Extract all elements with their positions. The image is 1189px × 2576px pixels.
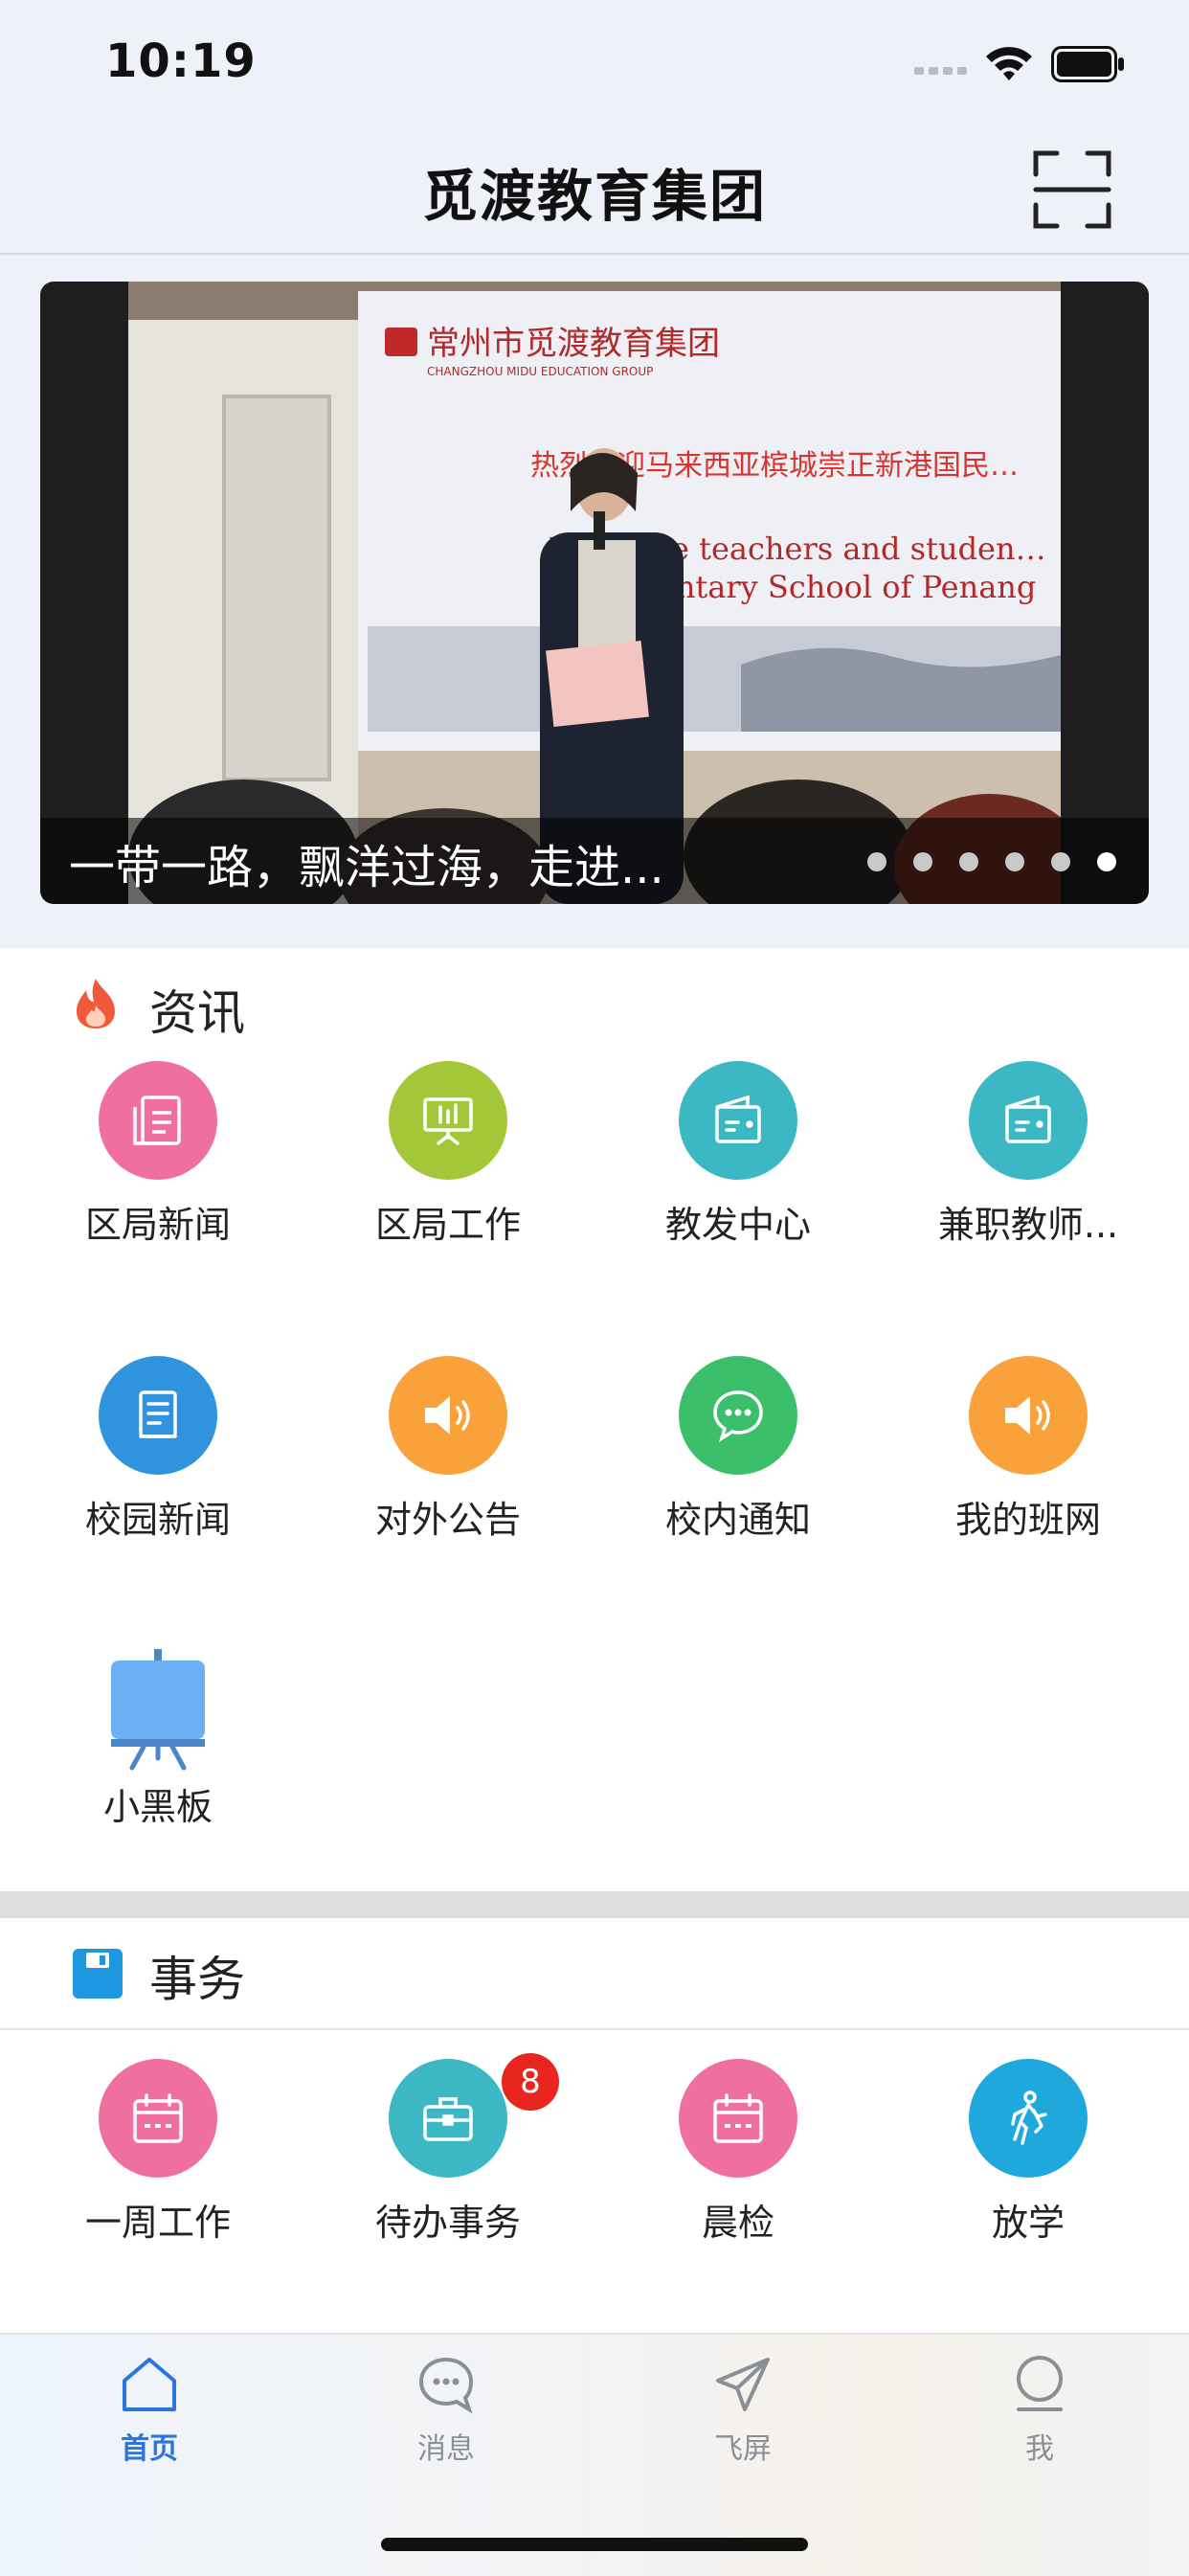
floppy-disk-icon bbox=[73, 1949, 123, 1999]
grid-label: 校内通知 bbox=[664, 1499, 811, 1541]
send-icon bbox=[716, 2358, 770, 2411]
grid-icon-circle bbox=[99, 1356, 217, 1475]
grid-icon-circle bbox=[679, 2059, 797, 2178]
home-icon bbox=[123, 2358, 176, 2411]
news-section-title: 资讯 bbox=[149, 985, 245, 1041]
affairs-section-title: 事务 bbox=[149, 1952, 245, 2007]
affairs-item-todo[interactable]: 8 待办事务 bbox=[304, 2053, 592, 2246]
tab-me[interactable]: 我 bbox=[944, 2354, 1135, 2467]
presentation-icon bbox=[423, 1097, 473, 1145]
status-time: 10:19 bbox=[105, 34, 257, 88]
grid-icon-circle bbox=[679, 1356, 797, 1475]
speaker-icon bbox=[425, 1396, 470, 1435]
slide-heading-en: CHANGZHOU MIDU EDUCATION GROUP bbox=[427, 365, 653, 378]
slide-heading: 常州市觅渡教育集团 bbox=[427, 325, 720, 363]
affairs-item-weekly-work[interactable]: 一周工作 bbox=[14, 2059, 302, 2246]
grid-label: 晨检 bbox=[701, 2202, 774, 2244]
grid-icon-circle bbox=[969, 1356, 1088, 1475]
section-divider bbox=[0, 1891, 1189, 1918]
tab-label: 我 bbox=[1025, 2432, 1054, 2466]
grid-icon-circle bbox=[389, 1061, 507, 1180]
news-item-my-class-web[interactable]: 我的班网 bbox=[885, 1356, 1172, 1543]
news-item-district-news[interactable]: 区局新闻 bbox=[14, 1061, 302, 1248]
wallet-icon bbox=[1005, 1095, 1051, 1143]
grid-label: 一周工作 bbox=[84, 2202, 231, 2244]
grid-label: 我的班网 bbox=[954, 1499, 1101, 1541]
speaker-icon bbox=[1005, 1396, 1050, 1435]
calendar-icon bbox=[713, 2093, 763, 2143]
banner-caption: 一带一路，飘洋过海，走进... bbox=[69, 841, 664, 894]
news-item-public-notice[interactable]: 对外公告 bbox=[304, 1356, 592, 1543]
news-section: 资讯 区局新闻 区局工作 教发中心 兼职教师... 校园新闻 对外公告 校内通知… bbox=[0, 948, 1189, 1896]
grid-icon-circle bbox=[969, 1061, 1088, 1180]
wifi-icon bbox=[986, 47, 1032, 80]
tab-label: 消息 bbox=[417, 2432, 475, 2466]
blackboard-icon bbox=[111, 1649, 205, 1771]
profile-icon bbox=[1017, 2356, 1063, 2411]
news-item-internal-notice[interactable]: 校内通知 bbox=[594, 1356, 882, 1543]
news-item-education-center[interactable]: 教发中心 bbox=[594, 1061, 882, 1248]
banner-carousel[interactable]: 常州市觅渡教育集团 CHANGZHOU MIDU EDUCATION GROUP… bbox=[40, 282, 1149, 904]
fire-icon bbox=[77, 979, 115, 1028]
affairs-separator bbox=[0, 2028, 1189, 2030]
affairs-item-dismissal[interactable]: 放学 bbox=[885, 2059, 1172, 2246]
grid-icon-circle bbox=[99, 1061, 217, 1180]
tab-label: 飞屏 bbox=[714, 2432, 772, 2466]
carousel-dot[interactable] bbox=[867, 852, 886, 871]
document-icon bbox=[133, 1096, 181, 1145]
carousel-dot[interactable] bbox=[959, 852, 978, 871]
grid-label: 小黑板 bbox=[102, 1786, 213, 1828]
scan-button[interactable] bbox=[1032, 149, 1112, 230]
grid-label: 区局工作 bbox=[374, 1204, 521, 1246]
news-item-campus-news[interactable]: 校园新闻 bbox=[14, 1356, 302, 1543]
grid-icon-circle: 8 bbox=[389, 2053, 559, 2178]
tab-label: 首页 bbox=[121, 2432, 178, 2466]
banner-photo: 常州市觅渡教育集团 CHANGZHOU MIDU EDUCATION GROUP… bbox=[128, 282, 1061, 904]
news-item-part-time-teachers[interactable]: 兼职教师... bbox=[885, 1061, 1172, 1248]
news-item-blackboard[interactable]: 小黑板 bbox=[14, 1645, 302, 1830]
grid-icon-circle bbox=[679, 1061, 797, 1180]
todo-count-badge: 8 bbox=[502, 2053, 559, 2111]
grid-label: 对外公告 bbox=[374, 1499, 521, 1541]
grid-icon-circle bbox=[99, 2059, 217, 2178]
grid-label: 放学 bbox=[991, 2202, 1065, 2244]
carousel-dot[interactable] bbox=[1051, 852, 1070, 871]
tab-home[interactable]: 首页 bbox=[54, 2354, 245, 2467]
chat-icon bbox=[713, 1390, 763, 1443]
grid-label: 校园新闻 bbox=[84, 1499, 231, 1541]
scan-icon bbox=[1033, 150, 1111, 229]
tab-messages[interactable]: 消息 bbox=[350, 2354, 542, 2467]
cellular-signal-icon bbox=[914, 67, 967, 75]
notebook-icon bbox=[139, 1390, 177, 1438]
calendar-icon bbox=[133, 2093, 183, 2143]
wallet-icon bbox=[715, 1095, 761, 1143]
carousel-dot-active[interactable] bbox=[1097, 852, 1116, 871]
navigation-bar: 觅渡教育集团 bbox=[0, 124, 1189, 255]
walking-icon bbox=[1011, 2090, 1047, 2145]
message-icon bbox=[418, 2357, 474, 2414]
tab-fly-screen[interactable]: 飞屏 bbox=[647, 2354, 839, 2467]
grid-icon-circle bbox=[389, 1356, 507, 1475]
briefcase-icon bbox=[423, 2097, 473, 2141]
grid-label: 待办事务 bbox=[374, 2202, 521, 2244]
home-indicator[interactable] bbox=[381, 2538, 808, 2551]
status-bar: 10:19 bbox=[0, 0, 1189, 124]
affairs-item-morning-check[interactable]: 晨检 bbox=[594, 2059, 882, 2246]
grid-label: 区局新闻 bbox=[84, 1204, 231, 1246]
battery-icon bbox=[1051, 46, 1124, 82]
grid-icon-circle bbox=[969, 2059, 1088, 2178]
carousel-dot[interactable] bbox=[1005, 852, 1024, 871]
grid-label: 兼职教师... bbox=[937, 1204, 1119, 1246]
grid-label: 教发中心 bbox=[664, 1204, 811, 1246]
page-title: 觅渡教育集团 bbox=[421, 164, 767, 229]
news-item-district-work[interactable]: 区局工作 bbox=[304, 1061, 592, 1248]
carousel-dot[interactable] bbox=[913, 852, 932, 871]
